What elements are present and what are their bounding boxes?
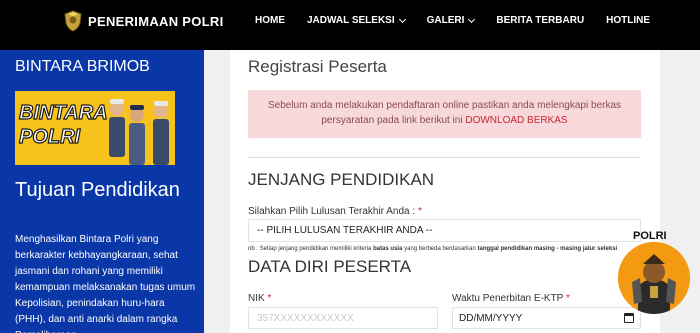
note-middle: yang berbeda berdasarkan [402, 246, 478, 252]
polri-floating-badge[interactable]: POLRI [616, 230, 692, 316]
banner-image: BINTARA POLRI [15, 91, 175, 165]
polri-mascot-avatar [618, 242, 690, 314]
ktp-date-label: Waktu Penerbitan E-KTP * [452, 293, 570, 304]
nav-galeri-label: GALERI [426, 15, 465, 26]
officers-illustration [109, 99, 169, 165]
ktp-date-input[interactable]: DD/MM/YYYY [452, 307, 641, 329]
nav-jadwal-seleksi[interactable]: JADWAL SELEKSI [307, 15, 406, 26]
sidebar-heading: Tujuan Pendidikan [15, 179, 180, 201]
bintara-polri-banner: BINTARA POLRI [15, 91, 175, 165]
main-nav: HOME JADWAL SELEKSI GALERI BERITA TERBAR… [255, 15, 650, 26]
note-bold-date: tanggal pendidikan masing - masing jalur… [477, 246, 618, 252]
mascot-icon [618, 242, 690, 314]
chevron-down-icon [468, 15, 476, 23]
section-heading-education: JENJANG PENDIDIKAN [248, 170, 435, 189]
note-bold-age-limit: batas usia [373, 246, 403, 252]
required-mark: * [267, 293, 272, 304]
police-emblem-icon [64, 10, 82, 32]
polri-badge-label: POLRI [633, 230, 667, 242]
nik-label: NIK * [248, 293, 271, 304]
nav-hotline[interactable]: HOTLINE [606, 15, 650, 26]
banner-text-line2: POLRI [19, 126, 81, 148]
required-mark: * [417, 206, 422, 217]
chevron-down-icon [398, 15, 406, 23]
info-alert: Sebelum anda melakukan pendaftaran onlin… [248, 90, 641, 138]
education-select[interactable]: -- PILIH LULUSAN TERAKHIR ANDA -- [248, 219, 641, 242]
download-berkas-link[interactable]: DOWNLOAD BERKAS [465, 115, 567, 126]
top-navbar: PENERIMAAN POLRI HOME JADWAL SELEKSI GAL… [0, 0, 700, 50]
nav-galeri[interactable]: GALERI [426, 15, 476, 26]
required-mark: * [565, 293, 570, 304]
alert-text: Sebelum anda melakukan pendaftaran onlin… [267, 100, 622, 126]
nav-berita-terbaru[interactable]: BERITA TERBARU [496, 15, 584, 26]
registration-card: Registrasi Peserta Sebelum anda melakuka… [230, 50, 660, 333]
nav-berita-terbaru-label: BERITA TERBARU [496, 15, 585, 26]
sidebar: BINTARA BRIMOB BINTARA POLRI Tujuan Pend… [0, 50, 204, 333]
nav-jadwal-seleksi-label: JADWAL SELEKSI [307, 15, 395, 26]
nik-input[interactable] [248, 307, 438, 329]
education-label-text: Silahkan Pilih Lulusan Terakhir Anda : [248, 206, 416, 217]
ktp-date-value: DD/MM/YYYY [459, 312, 523, 324]
nav-hotline-label: HOTLINE [606, 15, 651, 26]
nav-home[interactable]: HOME [255, 15, 285, 26]
ktp-date-label-text: Waktu Penerbitan E-KTP [452, 293, 564, 304]
banner-text-line1: BINTARA [19, 102, 108, 124]
nav-home-label: HOME [255, 15, 285, 26]
brand[interactable]: PENERIMAAN POLRI [64, 10, 224, 32]
divider [248, 157, 641, 158]
page-title: Registrasi Peserta [248, 57, 387, 76]
sidebar-title: BINTARA BRIMOB [15, 58, 150, 75]
brand-name: PENERIMAAN POLRI [88, 13, 224, 29]
sidebar-description: Menghasilkan Bintara Polri yang berkarak… [15, 234, 196, 333]
note-prefix: nb : Setiap jenjang pendidikan memiliki … [248, 246, 374, 252]
education-note: nb : Setiap jenjang pendidikan memiliki … [248, 246, 617, 252]
education-label: Silahkan Pilih Lulusan Terakhir Anda : * [248, 206, 422, 217]
section-heading-personal: DATA DIRI PESERTA [248, 257, 412, 276]
nik-label-text: NIK [248, 293, 265, 304]
